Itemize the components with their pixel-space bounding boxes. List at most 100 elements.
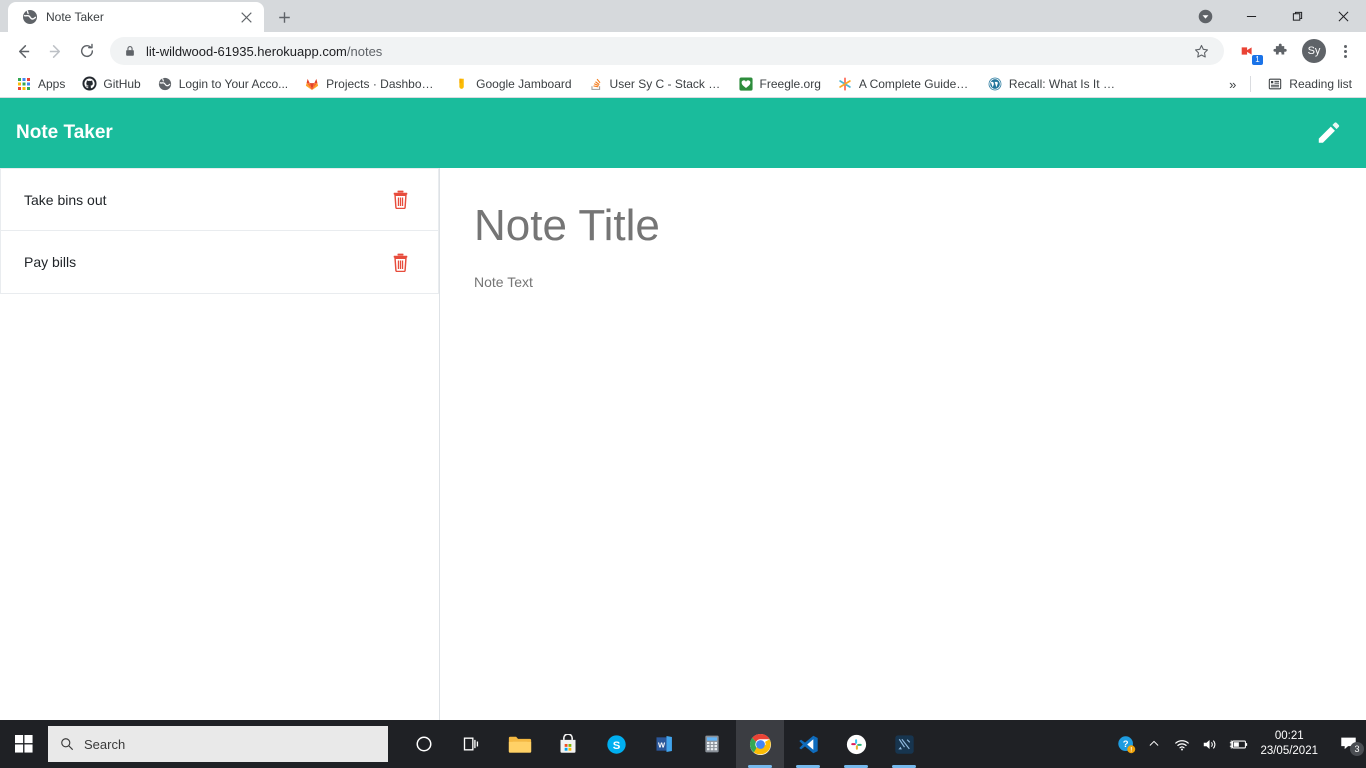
reading-list-button[interactable]: Reading list <box>1259 73 1360 95</box>
minimize-button[interactable] <box>1228 0 1274 32</box>
reading-list-icon <box>1267 76 1283 92</box>
page-content: Note Taker Take bins out Pay bills Note … <box>0 98 1366 720</box>
slack-icon[interactable] <box>832 720 880 768</box>
note-title: Take bins out <box>24 191 107 208</box>
browser-tab-note-taker[interactable]: Note Taker <box>8 2 264 32</box>
help-circle-icon[interactable]: ? ! <box>1112 720 1140 768</box>
trash-icon[interactable] <box>390 251 410 273</box>
bookmark-apps[interactable]: Apps <box>8 73 73 95</box>
volume-icon[interactable] <box>1196 720 1224 768</box>
store-icon[interactable] <box>544 720 592 768</box>
bookmarks-overflow-button[interactable]: » <box>1223 77 1242 92</box>
reload-icon[interactable] <box>72 36 102 66</box>
taskbar-search-box[interactable]: Search <box>48 726 388 762</box>
bookmark-recall-what-is-it-good[interactable]: Recall: What Is It G... <box>979 73 1129 95</box>
bookmark-label: Projects · Dashboar... <box>326 76 439 91</box>
task-view-icon[interactable] <box>448 720 496 768</box>
folder-icon[interactable] <box>496 720 544 768</box>
browser-toolbar: lit-wildwood-61935.herokuapp.com/notes 1… <box>0 32 1366 70</box>
divider <box>1250 76 1252 92</box>
note-title: Pay bills <box>24 254 77 270</box>
taskbar-clock[interactable]: 00:21 23/05/2021 <box>1252 729 1330 759</box>
clock-time: 00:21 <box>1274 730 1304 742</box>
maximize-button[interactable] <box>1274 0 1320 32</box>
globe-icon <box>22 9 38 25</box>
extension-badge-count: 1 <box>1252 55 1263 65</box>
lock-icon <box>124 45 136 57</box>
url-path: /notes <box>346 43 383 59</box>
bookmark-label: Google Jamboard <box>476 76 572 91</box>
list-item[interactable]: Take bins out <box>0 168 439 231</box>
github-icon <box>81 76 97 92</box>
chrome-icon[interactable] <box>736 720 784 768</box>
pencil-icon[interactable] <box>1310 115 1346 151</box>
bookmark-github[interactable]: GitHub <box>73 73 148 95</box>
svg-text:S: S <box>612 739 620 751</box>
freegle-icon <box>738 76 754 92</box>
new-tab-button[interactable] <box>270 3 298 31</box>
gitlab-icon <box>304 76 320 92</box>
close-icon[interactable] <box>238 9 254 25</box>
note-text-input[interactable] <box>474 272 1332 673</box>
wifi-icon[interactable] <box>1168 720 1196 768</box>
bookmark-login-to-your-account[interactable]: Login to Your Acco... <box>149 73 296 95</box>
bookmark-label: GitHub <box>103 76 141 91</box>
avatar[interactable]: Sy <box>1302 39 1326 63</box>
note-list-column: Take bins out Pay bills <box>0 168 440 720</box>
stackoverflow-icon <box>588 76 604 92</box>
bookmark-freegle[interactable]: Freegle.org <box>730 73 829 95</box>
bookmark-label: User Sy C - Stack O... <box>609 76 722 91</box>
extension-icon-with-badge[interactable]: 1 <box>1234 37 1263 65</box>
bookmark-a-complete-guide[interactable]: A Complete Guide t... <box>829 73 979 95</box>
page-title: Note Taker <box>16 122 113 143</box>
three-dot-menu-icon[interactable] <box>1332 37 1358 65</box>
taskbar-app-list: S W <box>400 720 928 768</box>
tab-title: Note Taker <box>46 10 104 24</box>
note-editor <box>440 168 1366 720</box>
bookmark-projects-dashboard[interactable]: Projects · Dashboar... <box>296 73 446 95</box>
back-arrow-icon[interactable] <box>8 36 38 66</box>
bookmark-label: Freegle.org <box>759 76 821 91</box>
calculator-icon[interactable] <box>688 720 736 768</box>
insomnia-icon[interactable] <box>880 720 928 768</box>
notification-count-badge: 3 <box>1350 742 1364 756</box>
skype-icon[interactable]: S <box>592 720 640 768</box>
puzzle-icon[interactable] <box>1266 37 1294 65</box>
chrome-browser-window: Note Taker lit-wildwood-61935.herokuapp.… <box>0 0 1366 720</box>
app-body: Take bins out Pay bills <box>0 168 1366 720</box>
reading-list-label: Reading list <box>1289 77 1352 91</box>
list-item[interactable]: Pay bills <box>0 231 439 294</box>
address-bar[interactable]: lit-wildwood-61935.herokuapp.com/notes <box>110 37 1224 65</box>
bookmark-label: Login to Your Acco... <box>178 76 289 91</box>
bookmark-google-jamboard[interactable]: Google Jamboard <box>446 73 579 95</box>
vscode-icon[interactable] <box>784 720 832 768</box>
download-chevron-icon[interactable] <box>1190 0 1220 32</box>
jamboard-icon <box>454 76 470 92</box>
bookmark-label: Apps <box>38 76 66 91</box>
url-text: lit-wildwood-61935.herokuapp.com/notes <box>146 44 1178 59</box>
system-tray: ? ! 00:21 23/05/2021 3 <box>1112 720 1366 768</box>
forward-arrow-icon[interactable] <box>40 36 70 66</box>
notification-icon[interactable]: 3 <box>1330 720 1366 768</box>
bookmarks-bar: Apps GitHub Login to Your Acco... Projec… <box>0 70 1366 98</box>
search-icon <box>60 737 74 751</box>
clock-date: 23/05/2021 <box>1260 745 1318 757</box>
svg-text:!: ! <box>1130 747 1132 753</box>
window-controls <box>1190 0 1366 32</box>
app-header: Note Taker <box>0 98 1366 168</box>
trash-icon[interactable] <box>390 189 410 211</box>
battery-charging-icon[interactable] <box>1224 720 1252 768</box>
cortana-circle-icon[interactable] <box>400 720 448 768</box>
asterisk-icon <box>837 76 853 92</box>
globe-icon <box>157 76 173 92</box>
bookmark-user-sy-c-stack-overflow[interactable]: User Sy C - Stack O... <box>580 73 730 95</box>
note-title-input[interactable] <box>474 202 1332 251</box>
windows-start-icon[interactable] <box>0 720 48 768</box>
tab-strip: Note Taker <box>0 0 1366 32</box>
chevron-up-icon[interactable] <box>1140 720 1168 768</box>
word-icon[interactable]: W <box>640 720 688 768</box>
close-button[interactable] <box>1320 0 1366 32</box>
bookmarks-bar-right: » Reading list <box>1223 70 1360 98</box>
search-placeholder: Search <box>84 736 126 752</box>
star-icon[interactable] <box>1188 38 1214 64</box>
